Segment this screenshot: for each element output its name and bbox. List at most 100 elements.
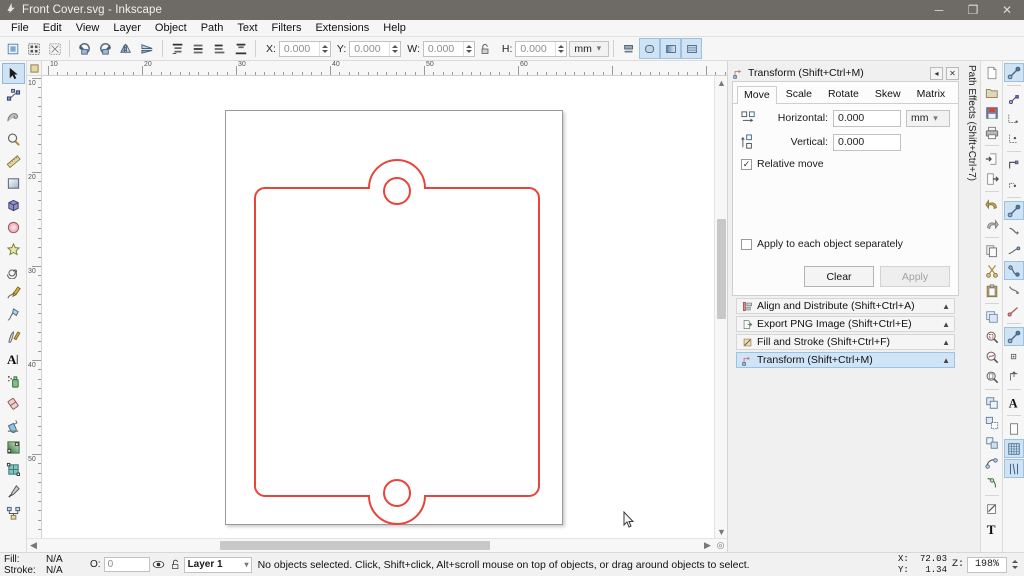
snap-midpoints-icon[interactable] (1004, 261, 1024, 280)
close-button[interactable]: ✕ (990, 0, 1024, 20)
snap-path-intersections-icon[interactable] (1004, 201, 1024, 220)
y-stepper[interactable] (389, 42, 400, 56)
measure-tool[interactable] (2, 151, 25, 172)
flip-horizontal-icon[interactable] (116, 38, 137, 59)
affect-gradients-icon[interactable] (660, 38, 681, 59)
lower-to-bottom-icon[interactable] (230, 38, 251, 59)
rectangle-tool[interactable] (2, 173, 25, 194)
gradient-tool[interactable] (2, 437, 25, 458)
ungroup-icon[interactable] (982, 413, 1002, 432)
ellipse-tool[interactable] (2, 217, 25, 238)
w-stepper[interactable] (463, 42, 474, 56)
node-tool[interactable] (2, 85, 25, 106)
rotate-90-cw-icon[interactable] (95, 38, 116, 59)
lower-icon[interactable] (209, 38, 230, 59)
scroll-left-arrow[interactable]: ◀ (27, 539, 40, 552)
snap-page-icon[interactable] (1004, 419, 1024, 438)
drawing-canvas[interactable] (42, 76, 714, 538)
save-document-icon[interactable] (982, 103, 1002, 122)
snap-bbox-corners-icon[interactable] (1004, 129, 1024, 148)
horizontal-ruler[interactable]: 102030405060 (42, 61, 727, 76)
menu-edit[interactable]: Edit (36, 20, 69, 37)
relative-move-row[interactable]: ✓ Relative move (733, 152, 958, 176)
horizontal-scrollbar[interactable]: ◀ ▶ ◎ (27, 538, 727, 552)
relative-move-checkbox[interactable]: ✓ (741, 159, 752, 170)
tweak-tool[interactable] (2, 107, 25, 128)
dialog-fill-and-stroke[interactable]: Fill and Stroke (Shift+Ctrl+F) ▲ (736, 334, 955, 350)
paste-icon[interactable] (982, 281, 1002, 300)
snap-bbox-edges-icon[interactable] (1004, 109, 1024, 128)
deselect-icon[interactable] (44, 38, 65, 59)
vertical-ruler[interactable]: 1020304050 (27, 76, 42, 538)
ruler-corner[interactable] (27, 61, 42, 76)
y-input[interactable]: 0.000 (349, 41, 401, 57)
select-all-icon[interactable] (2, 38, 23, 59)
path-effects-vertical-tab[interactable]: Path Effects (Shift+Ctrl+7) (963, 61, 980, 552)
scroll-right-arrow[interactable]: ▶ (701, 539, 714, 552)
eye-icon[interactable] (150, 556, 167, 573)
affect-rounded-corners-icon[interactable] (639, 38, 660, 59)
export-icon[interactable] (982, 169, 1002, 188)
bezier-tool[interactable] (2, 305, 25, 326)
dialog-align-and-distribute[interactable]: Align and Distribute (Shift+Ctrl+A) ▲ (736, 298, 955, 314)
undo-icon[interactable] (982, 195, 1002, 214)
text-tool-icon[interactable]: T (982, 519, 1002, 538)
snap-guides-icon[interactable] (1004, 459, 1024, 478)
dialog-transform[interactable]: Transform (Shift+Ctrl+M) ▲ (736, 352, 955, 368)
horizontal-input[interactable]: 0.000 (833, 110, 901, 127)
snap-text-baseline-icon[interactable]: A (1004, 393, 1024, 412)
fill-stroke-indicator[interactable]: Fill: N/A Stroke: N/A (0, 553, 86, 576)
minimize-button[interactable]: ─ (922, 0, 956, 20)
group-icon[interactable] (982, 393, 1002, 412)
connector-tool[interactable] (2, 503, 25, 524)
spiral-tool[interactable] (2, 261, 25, 282)
tab-matrix[interactable]: Matrix (910, 85, 953, 103)
unit-select[interactable]: mm▾ (569, 41, 609, 57)
snap-nodes-icon[interactable] (1004, 155, 1024, 174)
tab-move[interactable]: Move (737, 86, 777, 104)
raise-icon[interactable] (188, 38, 209, 59)
dropper-tool[interactable] (2, 481, 25, 502)
mesh-tool[interactable] (2, 459, 25, 480)
text-tool[interactable]: A (2, 349, 25, 370)
apply-each-checkbox[interactable] (741, 239, 752, 250)
redo-icon[interactable] (982, 215, 1002, 234)
horizontal-scroll-track[interactable] (40, 539, 701, 552)
menu-text[interactable]: Text (230, 20, 264, 37)
enable-snapping-icon[interactable] (1004, 63, 1024, 82)
clear-button[interactable]: Clear (804, 266, 874, 287)
spray-tool[interactable] (2, 371, 25, 392)
affect-stroke-width-icon[interactable] (618, 38, 639, 59)
snap-object-centers-icon[interactable] (1004, 281, 1024, 300)
snap-bounding-box-icon[interactable] (1004, 89, 1024, 108)
h-input[interactable]: 0.000 (515, 41, 567, 57)
clone-icon[interactable] (982, 433, 1002, 452)
opacity-input[interactable]: 0 (104, 557, 150, 572)
panel-menu-button[interactable]: ◂ (930, 67, 943, 80)
zoom-stepper[interactable] (1010, 557, 1020, 573)
xml-editor-icon[interactable] (982, 499, 1002, 518)
snap-paths-icon[interactable] (1004, 175, 1024, 194)
vertical-scroll-track[interactable] (715, 89, 727, 525)
eraser-tool[interactable] (2, 393, 25, 414)
menu-help[interactable]: Help (376, 20, 413, 37)
tab-scale[interactable]: Scale (779, 85, 819, 103)
rotate-90-ccw-icon[interactable] (74, 38, 95, 59)
menu-object[interactable]: Object (148, 20, 194, 37)
new-document-icon[interactable] (982, 63, 1002, 82)
menu-path[interactable]: Path (194, 20, 231, 37)
zoom-drawing-icon[interactable] (982, 347, 1002, 366)
box3d-tool[interactable] (2, 195, 25, 216)
menu-extensions[interactable]: Extensions (308, 20, 376, 37)
snap-grid-icon[interactable] (1004, 439, 1024, 458)
dialog-export-png-image[interactable]: Export PNG Image (Shift+Ctrl+E) ▲ (736, 316, 955, 332)
apply-button[interactable]: Apply (880, 266, 950, 287)
vertical-scrollbar[interactable]: ▲ ▼ (714, 76, 727, 538)
path-difference-icon[interactable] (982, 473, 1002, 492)
unlock-icon[interactable] (167, 556, 184, 573)
tab-skew[interactable]: Skew (868, 85, 908, 103)
selector-tool[interactable] (2, 63, 25, 84)
apply-each-row[interactable]: Apply to each object separately (733, 232, 958, 256)
h-stepper[interactable] (555, 42, 566, 56)
select-all-in-all-layers-icon[interactable] (23, 38, 44, 59)
